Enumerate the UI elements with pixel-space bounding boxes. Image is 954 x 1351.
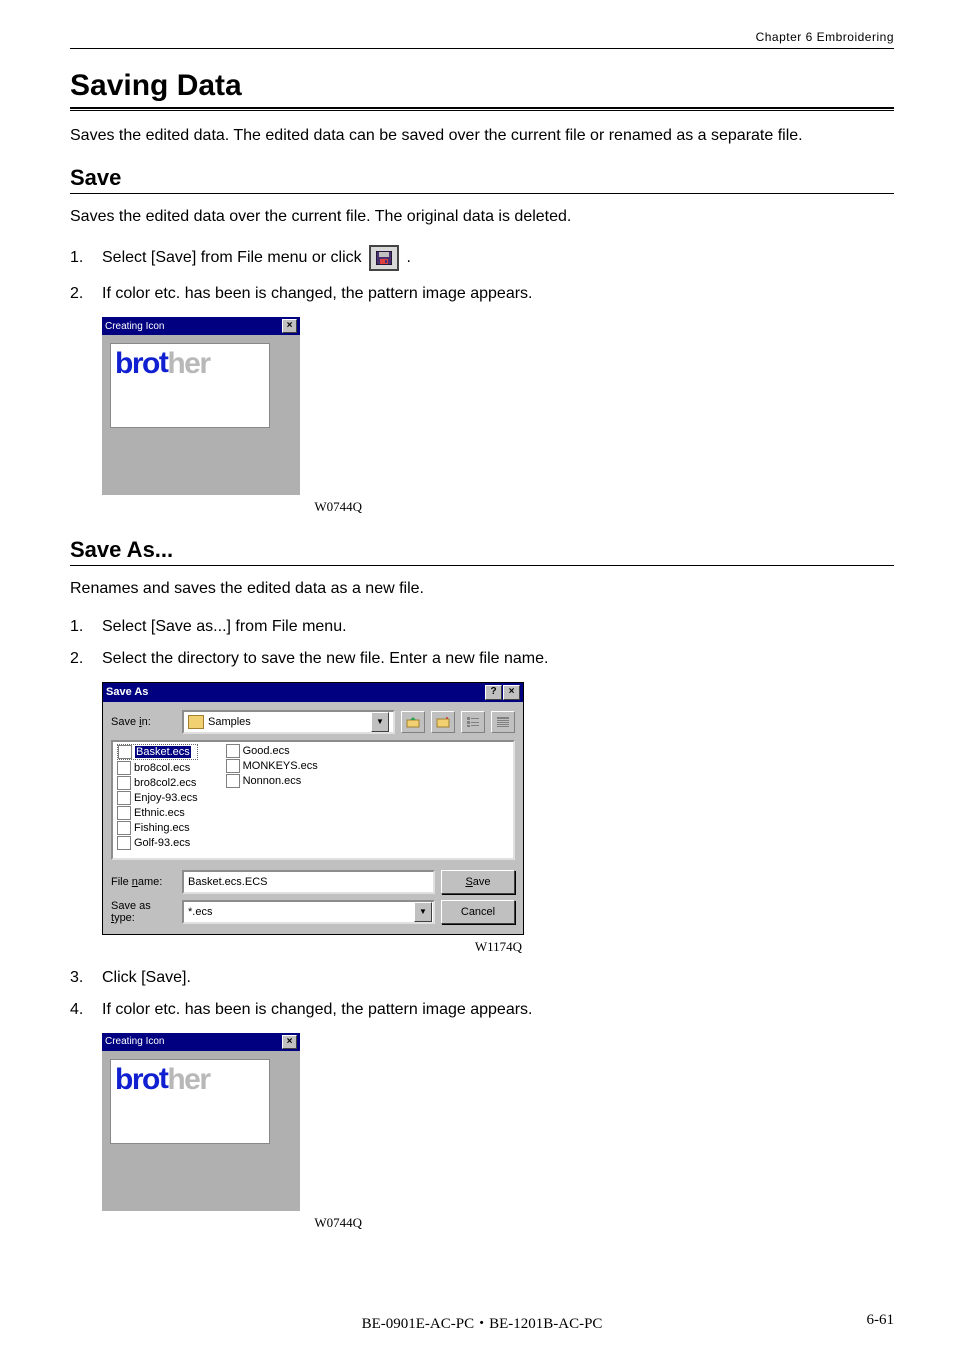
step-text: Click [Save]. [102,969,191,987]
brother-logo: brother [115,1066,265,1093]
step-text: Select [Save] from File menu or click [102,249,366,266]
saveas-desc: Renames and saves the edited data as a n… [70,578,894,600]
file-icon [117,836,131,850]
step-text-post: . [407,249,411,266]
step-number: 4. [70,1001,102,1019]
file-icon [117,761,131,775]
savein-label: Save in: [111,716,176,728]
file-icon [117,806,131,820]
filename-label: File name: [111,876,176,888]
chevron-down-icon[interactable]: ▼ [371,712,389,732]
save-button[interactable]: Save [441,870,515,894]
intro-text: Saves the edited data. The edited data c… [70,125,894,147]
file-item[interactable]: Fishing.ecs [117,821,198,835]
savetype-label: Save as type: [111,900,176,924]
save-toolbar-icon [369,245,399,271]
file-item[interactable]: Nonnon.ecs [226,774,318,788]
file-item[interactable]: Enjoy-93.ecs [117,791,198,805]
step-number: 1. [70,249,102,267]
filename-input[interactable]: Basket.ecs.ECS [182,870,435,894]
step-text: If color etc. has been is changed, the p… [102,1001,533,1019]
brother-logo: brother [115,350,265,377]
file-list[interactable]: Basket.ecs bro8col.ecs bro8col2.ecs Enjo… [111,740,515,860]
title-rule [70,107,894,111]
save-step-1: 1. Select [Save] from File menu or click… [70,245,894,271]
close-icon[interactable]: × [282,1035,297,1049]
saveas-step-3: 3. Click [Save]. [70,969,894,987]
file-item[interactable]: bro8col.ecs [117,761,198,775]
saveas-step-4: 4. If color etc. has been is changed, th… [70,1001,894,1019]
save-desc: Saves the edited data over the current f… [70,206,894,228]
save-step-2: 2. If color etc. has been is changed, th… [70,285,894,303]
file-icon [117,776,131,790]
step-number: 3. [70,969,102,987]
step-number: 1. [70,618,102,636]
dialog-title: Creating Icon [105,1036,164,1047]
file-item[interactable]: Golf-93.ecs [117,836,198,850]
step-number: 2. [70,650,102,668]
file-item[interactable]: Basket.ecs [117,744,198,760]
figure-caption: W0744Q [102,1215,362,1231]
step-number: 2. [70,285,102,303]
file-icon [226,774,240,788]
save-heading: Save [70,165,894,191]
dialog-title: Creating Icon [105,321,164,332]
savein-dropdown[interactable]: Samples ▼ [182,710,395,734]
file-item[interactable]: Ethnic.ecs [117,806,198,820]
saveas-step-2: 2. Select the directory to save the new … [70,650,894,668]
close-icon[interactable]: × [282,319,297,333]
details-view-icon[interactable] [491,711,515,733]
cancel-button[interactable]: Cancel [441,900,515,924]
close-icon[interactable]: × [503,685,520,700]
page-title: Saving Data [70,69,894,103]
footer-center: BE-0901E-AC-PC・BE-1201B-AC-PC [70,1312,894,1333]
chevron-down-icon[interactable]: ▼ [414,902,432,922]
file-icon [117,821,131,835]
page-footer: BE-0901E-AC-PC・BE-1201B-AC-PC 6-61 [70,1312,894,1329]
header-rule [70,48,894,49]
file-icon [118,745,132,759]
saveas-heading-rule [70,565,894,566]
dialog-title: Save As [106,686,148,698]
step-text: If color etc. has been is changed, the p… [102,285,533,303]
file-item[interactable]: MONKEYS.ecs [226,759,318,773]
dialog-titlebar: Save As ? × [103,683,523,702]
creating-icon-dialog: Creating Icon × brother [102,317,300,495]
step-text: Select [Save as...] from File menu. [102,618,347,636]
savetype-dropdown[interactable]: *.ecs ▼ [182,900,435,924]
file-item[interactable]: bro8col2.ecs [117,776,198,790]
save-heading-rule [70,193,894,194]
list-view-icon[interactable] [461,711,485,733]
file-icon [226,744,240,758]
savein-value: Samples [208,716,251,728]
save-as-dialog: Save As ? × Save in: Samples ▼ [102,682,524,935]
creating-icon-dialog: Creating Icon × brother [102,1033,300,1211]
file-icon [226,759,240,773]
file-icon [117,791,131,805]
help-icon[interactable]: ? [485,685,502,700]
chapter-header: Chapter 6 Embroidering [70,30,894,44]
dialog-titlebar: Creating Icon × [102,1033,300,1051]
up-one-level-icon[interactable] [401,711,425,733]
folder-icon [188,715,204,729]
dialog-titlebar: Creating Icon × [102,317,300,335]
saveas-heading: Save As... [70,537,894,563]
file-item[interactable]: Good.ecs [226,744,318,758]
figure-caption: W1174Q [102,939,522,955]
figure-caption: W0744Q [102,499,362,515]
new-folder-icon[interactable] [431,711,455,733]
step-text: Select the directory to save the new fil… [102,650,548,668]
saveas-step-1: 1. Select [Save as...] from File menu. [70,618,894,636]
